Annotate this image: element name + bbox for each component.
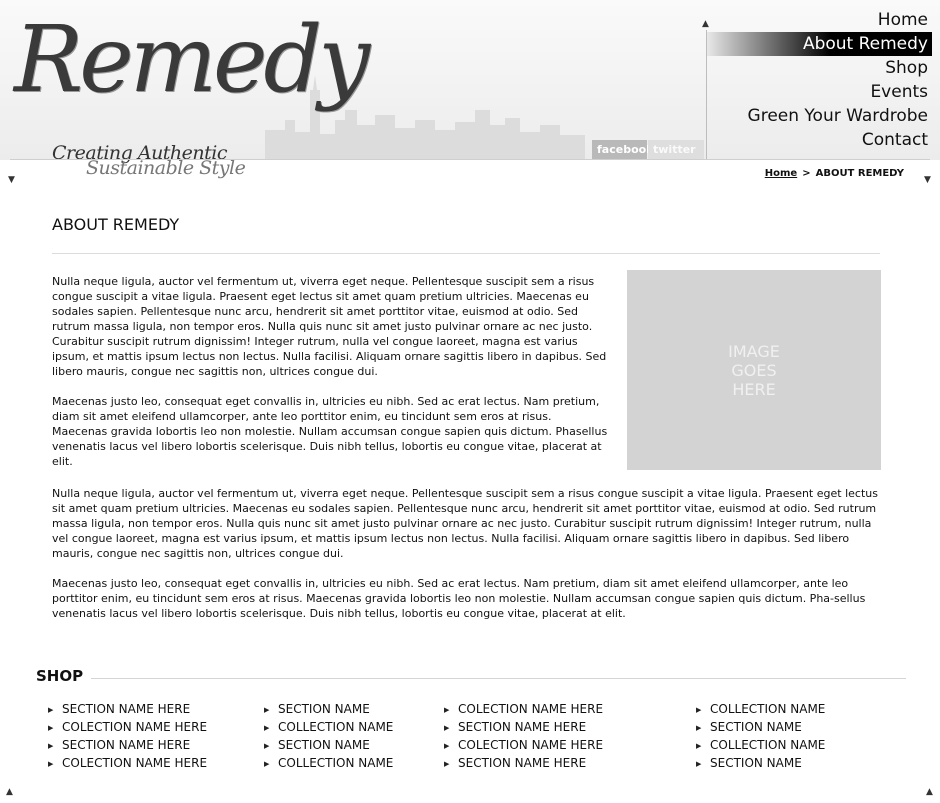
nav-item-events[interactable]: Events [707,80,932,104]
intro-text-column: Nulla neque ligula, auctor vel fermentum… [52,274,608,484]
shop-heading: SHOP [36,667,92,685]
shop-link[interactable]: ▶ SECTION NAME HERE [48,736,207,754]
tagline-line-2: Sustainable Style [86,157,246,179]
twitter-link[interactable]: twitter [648,140,704,160]
shop-link[interactable]: ▶ SECTION NAME [696,718,825,736]
shop-link-label: SECTION NAME [710,756,802,770]
arrow-bullet-icon: ▶ [264,723,270,732]
nav-item-green-your-wardrobe[interactable]: Green Your Wardrobe [707,104,932,128]
corner-ornament-icon: ▲ [702,19,709,29]
corner-ornament-icon: ▼ [8,175,15,185]
shop-link[interactable]: ▶ COLECTION NAME HERE [444,736,603,754]
shop-link[interactable]: ▶ COLLECTION NAME [696,700,825,718]
site-header: Remedy Creating Authentic Sustainable St… [0,0,940,179]
shop-link[interactable]: ▶ SECTION NAME HERE [444,754,603,772]
shop-link-label: SECTION NAME HERE [62,702,191,716]
shop-link[interactable]: ▶ COLECTION NAME HERE [444,700,603,718]
shop-link-label: COLECTION NAME HERE [458,738,604,752]
shop-column-1: ▶ SECTION NAME HERE ▶ COLECTION NAME HERE … [48,700,207,772]
arrow-bullet-icon: ▶ [48,741,54,750]
arrow-bullet-icon: ▶ [444,705,450,714]
shop-link-label: SECTION NAME [278,738,370,752]
corner-ornament-icon: ▼ [924,175,931,185]
nav-item-shop[interactable]: Shop [707,56,932,80]
image-placeholder: IMAGE GOES HERE [627,270,881,470]
nav-item-contact[interactable]: Contact [707,128,932,152]
shop-link[interactable]: ▶ COLLECTION NAME [264,718,393,736]
arrow-bullet-icon: ▶ [264,759,270,768]
shop-link-label: SECTION NAME HERE [62,738,191,752]
shop-link-label: COLLECTION NAME [710,738,826,752]
breadcrumb-separator: > [802,168,811,179]
corner-ornament-icon: ▲ [6,787,13,797]
shop-link-label: COLLECTION NAME [278,720,394,734]
paragraph: Maecenas justo leo, consequat eget conva… [52,577,866,620]
shop-link-label: COLLECTION NAME [710,702,826,716]
shop-link[interactable]: ▶ SECTION NAME HERE [48,700,207,718]
arrow-bullet-icon: ▶ [48,759,54,768]
header-divider [10,159,930,160]
arrow-bullet-icon: ▶ [696,741,702,750]
shop-link[interactable]: ▶ COLECTION NAME HERE [48,718,207,736]
arrow-bullet-icon: ▶ [444,723,450,732]
shop-link-label: SECTION NAME HERE [458,756,587,770]
arrow-bullet-icon: ▶ [696,759,702,768]
arrow-bullet-icon: ▶ [264,741,270,750]
shop-link-label: SECTION NAME [278,702,370,716]
image-placeholder-label: IMAGE GOES HERE [728,341,780,399]
arrow-bullet-icon: ▶ [264,705,270,714]
corner-ornament-icon: ▲ [926,787,933,797]
paragraph: Maecenas justo leo, consequat eget conva… [52,395,608,468]
breadcrumb-current: ABOUT REMEDY [815,168,904,179]
body-text: Nulla neque ligula, auctor vel fermentum… [52,486,880,636]
page-title: ABOUT REMEDY [52,215,180,234]
shop-link-label: COLECTION NAME HERE [62,720,208,734]
shop-link[interactable]: ▶ SECTION NAME [696,754,825,772]
shop-link-label: COLECTION NAME HERE [458,702,604,716]
shop-link[interactable]: ▶ COLLECTION NAME [696,736,825,754]
arrow-bullet-icon: ▶ [444,759,450,768]
shop-column-2: ▶ SECTION NAME ▶ COLLECTION NAME ▶ SECTION … [264,700,393,772]
nav-item-home[interactable]: Home [707,8,932,32]
title-divider [52,253,880,254]
arrow-bullet-icon: ▶ [48,705,54,714]
main-navigation: Home About Remedy Shop Events Green Your… [707,8,932,152]
paragraph: Nulla neque ligula, auctor vel fermentum… [52,487,878,560]
shop-link[interactable]: ▶ SECTION NAME [264,700,393,718]
shop-link[interactable]: ▶ SECTION NAME HERE [444,718,603,736]
arrow-bullet-icon: ▶ [696,705,702,714]
shop-link-label: SECTION NAME HERE [458,720,587,734]
nav-item-about-remedy[interactable]: About Remedy [707,32,932,56]
arrow-bullet-icon: ▶ [48,723,54,732]
shop-link[interactable]: ▶ SECTION NAME [264,736,393,754]
breadcrumb: Home > ABOUT REMEDY [765,168,904,179]
shop-divider [36,678,906,679]
shop-column-3: ▶ COLECTION NAME HERE ▶ SECTION NAME HERE … [444,700,603,772]
facebook-link[interactable]: facebook [592,140,654,160]
shop-link[interactable]: ▶ COLECTION NAME HERE [48,754,207,772]
site-logo[interactable]: Remedy [14,14,370,106]
shop-link-label: SECTION NAME [710,720,802,734]
breadcrumb-home-link[interactable]: Home [765,168,797,179]
shop-link-label: COLECTION NAME HERE [62,756,208,770]
shop-link[interactable]: ▶ COLLECTION NAME [264,754,393,772]
shop-column-4: ▶ COLLECTION NAME ▶ SECTION NAME ▶ COLLECTI… [696,700,825,772]
paragraph: Nulla neque ligula, auctor vel fermentum… [52,275,607,378]
arrow-bullet-icon: ▶ [696,723,702,732]
arrow-bullet-icon: ▶ [444,741,450,750]
shop-link-label: COLLECTION NAME [278,756,394,770]
